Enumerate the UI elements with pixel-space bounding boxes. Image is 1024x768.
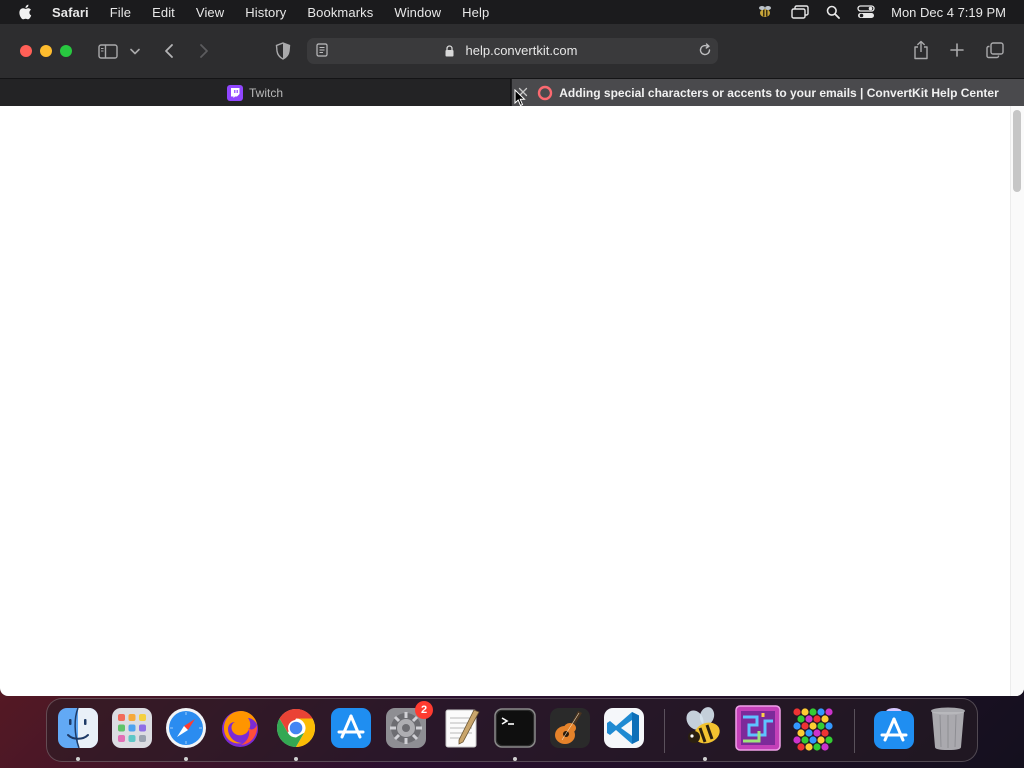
- app-store-folder-icon: [874, 708, 914, 749]
- tab-convertkit-help[interactable]: Adding special characters or accents to …: [512, 79, 1024, 106]
- terminal-icon: [494, 708, 536, 748]
- app-store-icon: [331, 708, 371, 748]
- forward-button[interactable]: [195, 41, 213, 61]
- tab-label: Adding special characters or accents to …: [559, 85, 999, 100]
- sidebar-toggle-icon[interactable]: [96, 41, 120, 61]
- safari-icon: [166, 708, 206, 748]
- reload-icon[interactable]: [698, 43, 712, 62]
- running-indicator: [513, 757, 517, 761]
- trash-icon: [931, 707, 965, 750]
- running-indicator: [294, 757, 298, 761]
- share-icon[interactable]: [910, 39, 932, 61]
- dock-separator: [854, 709, 855, 753]
- notification-badge: 2: [415, 701, 433, 719]
- tab-group-chevron-down-icon[interactable]: [128, 44, 142, 58]
- address-bar[interactable]: help.convertkit.com: [307, 38, 718, 64]
- running-indicator: [703, 757, 707, 761]
- chrome-icon: [276, 708, 316, 748]
- safari-toolbar: help.convertkit.com: [0, 24, 1024, 78]
- dock-launchpad[interactable]: [109, 705, 155, 751]
- dock-downloads-folder[interactable]: [871, 705, 917, 751]
- spotlight-search-icon[interactable]: [826, 5, 841, 19]
- dock-separator: [664, 709, 665, 753]
- tab-overview-icon[interactable]: [984, 40, 1006, 60]
- window-zoom-button[interactable]: [60, 45, 72, 57]
- menu-bar-clock[interactable]: Mon Dec 4 7:19 PM: [891, 5, 1006, 20]
- bee-status-icon[interactable]: [756, 4, 774, 20]
- menu-window[interactable]: Window: [394, 5, 441, 20]
- web-page-content[interactable]: [0, 106, 1024, 696]
- bubble-game-icon: [793, 708, 833, 751]
- apple-menu-icon[interactable]: [18, 4, 36, 20]
- launchpad-icon: [112, 708, 152, 748]
- dock-garageband[interactable]: [547, 705, 593, 751]
- vscode-icon: [604, 708, 644, 748]
- dock-trash[interactable]: [925, 705, 971, 751]
- menu-file[interactable]: File: [110, 5, 131, 20]
- maze-game-icon: [735, 705, 781, 751]
- mouse-cursor-icon: [514, 88, 526, 112]
- dock-chrome[interactable]: [273, 705, 319, 751]
- dock-bubble-game[interactable]: [790, 705, 836, 751]
- running-indicator: [184, 757, 188, 761]
- tab-label: Twitch: [248, 85, 283, 100]
- dock-textedit[interactable]: [438, 705, 484, 751]
- dock-bee-app[interactable]: [681, 705, 727, 751]
- twitch-icon: [226, 84, 243, 101]
- firefox-icon: [222, 711, 258, 747]
- menu-app-safari[interactable]: Safari: [52, 5, 89, 20]
- dock-safari[interactable]: [163, 705, 209, 751]
- running-indicator: [76, 757, 80, 761]
- menu-bar-status-area: Mon Dec 4 7:19 PM: [739, 0, 1006, 24]
- convertkit-icon: [537, 85, 553, 101]
- dock-firefox[interactable]: [217, 705, 263, 751]
- dock-vscode[interactable]: [601, 705, 647, 751]
- privacy-shield-icon[interactable]: [273, 41, 293, 61]
- address-url-text: help.convertkit.com: [465, 43, 578, 58]
- tab-bar: Twitch Adding special characters or acce…: [0, 78, 1024, 106]
- dock-terminal[interactable]: [492, 705, 538, 751]
- scrollbar-thumb[interactable]: [1013, 110, 1021, 192]
- garageband-guitar-icon: [550, 708, 590, 748]
- new-tab-plus-icon[interactable]: [948, 41, 966, 59]
- finder-icon: [58, 707, 98, 749]
- window-close-button[interactable]: [20, 45, 32, 57]
- menu-view[interactable]: View: [196, 5, 224, 20]
- dock-app-store[interactable]: [328, 705, 374, 751]
- safari-window: help.convertkit.com Twitch Adding specia…: [0, 24, 1024, 696]
- menu-history[interactable]: History: [245, 5, 286, 20]
- dock-system-settings[interactable]: 2: [383, 701, 433, 751]
- vertical-scrollbar[interactable]: [1010, 106, 1024, 696]
- bee-icon: [686, 707, 720, 744]
- menu-bar: Safari File Edit View History Bookmarks …: [0, 0, 1024, 24]
- control-center-icon[interactable]: [857, 5, 875, 19]
- dock-maze-game[interactable]: [735, 705, 781, 751]
- tab-twitch[interactable]: Twitch: [0, 79, 511, 106]
- dock: 2: [46, 698, 978, 762]
- window-minimize-button[interactable]: [40, 45, 52, 57]
- dock-finder[interactable]: [55, 705, 101, 751]
- textedit-icon: [445, 709, 480, 748]
- menu-edit[interactable]: Edit: [152, 5, 175, 20]
- screen-mirroring-icon[interactable]: [791, 5, 809, 19]
- menu-help[interactable]: Help: [462, 5, 489, 20]
- back-button[interactable]: [160, 41, 178, 61]
- menu-bookmarks[interactable]: Bookmarks: [307, 5, 373, 20]
